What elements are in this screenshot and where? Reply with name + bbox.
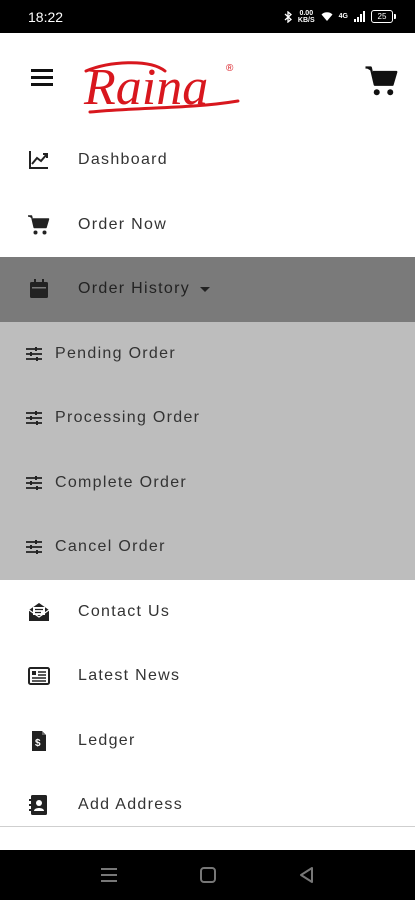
drawer-menu: Dashboard Order Now Order History Pendin… [0, 128, 415, 838]
newspaper-icon [28, 667, 50, 686]
battery-icon: 25 [371, 10, 396, 23]
hamburger-menu-icon[interactable] [31, 69, 53, 87]
menu-item-order-history[interactable]: Order History [0, 257, 415, 322]
menu-item-label: Order Now [78, 215, 168, 233]
network-type: 4G [338, 13, 348, 20]
status-bar: 18:22 0.00 KB/S 4G 25 [0, 0, 415, 33]
status-icons: 0.00 KB/S 4G 25 [284, 10, 396, 24]
calendar-icon [30, 279, 48, 299]
menu-item-label: Ledger [78, 731, 136, 749]
menu-item-order-now[interactable]: Order Now [0, 193, 415, 258]
mail-open-icon [28, 602, 50, 621]
net-speed: 0.00 KB/S [298, 10, 315, 24]
contact-book-icon [29, 795, 47, 816]
logo-registered-mark: ® [226, 63, 234, 74]
menu-item-label: Order History [78, 280, 211, 298]
menu-item-dashboard[interactable]: Dashboard [0, 128, 415, 193]
wifi-icon [321, 12, 333, 21]
invoice-icon: $ [32, 730, 46, 751]
sliders-icon [26, 346, 42, 361]
submenu-item-complete-order[interactable]: Complete Order [0, 451, 415, 516]
submenu-item-label: Complete Order [55, 473, 188, 491]
submenu-item-processing-order[interactable]: Processing Order [0, 386, 415, 451]
sliders-icon [26, 540, 42, 555]
menu-item-ledger[interactable]: $ Ledger [0, 709, 415, 774]
menu-divider [0, 826, 415, 827]
bluetooth-icon [284, 10, 292, 23]
submenu-item-label: Cancel Order [55, 538, 166, 556]
status-time: 18:22 [28, 8, 64, 25]
sliders-icon [26, 411, 42, 426]
system-nav-bar [0, 850, 415, 900]
home-icon[interactable] [197, 864, 219, 886]
menu-item-label: Dashboard [78, 151, 168, 169]
submenu-item-label: Pending Order [55, 344, 176, 362]
menu-item-contact-us[interactable]: Contact Us [0, 580, 415, 645]
chart-line-icon [29, 151, 48, 170]
submenu-item-cancel-order[interactable]: Cancel Order [0, 515, 415, 580]
net-speed-unit: KB/S [297, 16, 315, 24]
sliders-icon [26, 475, 42, 490]
app-header: Raina ® [0, 33, 415, 128]
battery-level: 25 [377, 12, 387, 21]
submenu-item-pending-order[interactable]: Pending Order [0, 322, 415, 387]
order-history-submenu: Pending Order Processing Order Complete … [0, 321, 415, 580]
net-speed-value: 0.00 [299, 9, 314, 17]
cart-icon[interactable] [364, 63, 400, 99]
menu-item-label: Contact Us [78, 602, 171, 620]
cart-icon [28, 215, 50, 235]
svg-text:$: $ [35, 738, 42, 749]
menu-item-add-address[interactable]: Add Address [0, 773, 415, 838]
raina-logo: Raina ® [83, 59, 240, 116]
caret-down-icon [200, 286, 211, 292]
back-icon[interactable] [296, 864, 318, 886]
menu-item-latest-news[interactable]: Latest News [0, 644, 415, 709]
recent-apps-icon[interactable] [98, 864, 120, 886]
app-screen: 18:22 0.00 KB/S 4G 25 Raina ® Dashboard … [0, 0, 415, 900]
submenu-item-label: Processing Order [55, 409, 201, 427]
menu-item-label: Add Address [78, 796, 184, 814]
menu-item-label: Latest News [78, 667, 181, 685]
signal-icon [354, 11, 365, 22]
